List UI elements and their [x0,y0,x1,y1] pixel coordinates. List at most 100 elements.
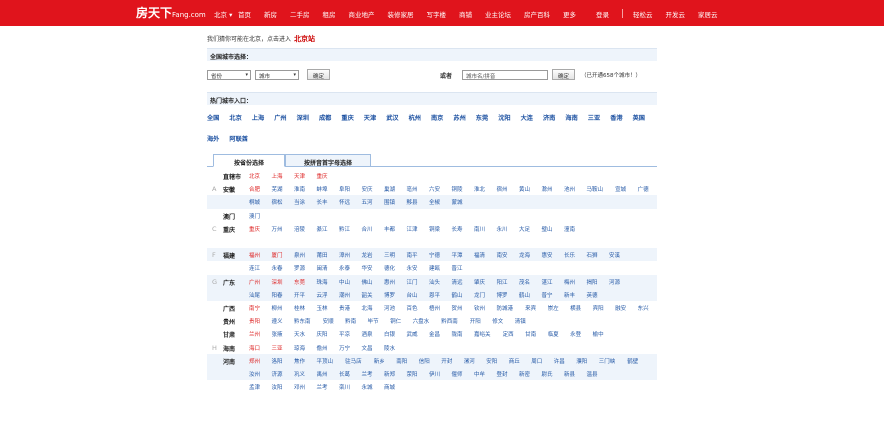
city-link[interactable]: 莆田 [317,251,328,259]
city-link[interactable]: 清镇 [515,317,526,325]
select-confirm-button[interactable]: 确定 [307,69,331,80]
city-link[interactable]: 佛山 [362,278,373,286]
city-link[interactable]: 建瓯 [429,264,440,272]
city-link[interactable]: 六盘水 [413,317,430,325]
city-link[interactable]: 长乐 [564,251,575,259]
city-link[interactable]: 惠安 [542,251,553,259]
hot-city-link[interactable]: 南京 [431,113,443,122]
user-nav-item[interactable]: 登录 [596,9,609,19]
city-link[interactable]: 铜梁 [429,225,440,233]
search-confirm-button[interactable]: 确定 [552,69,576,80]
city-link[interactable]: 大足 [519,225,530,233]
city-link[interactable]: 连江 [249,264,260,272]
city-link[interactable]: 珠海 [317,278,328,286]
city-link[interactable]: 罗源 [294,264,305,272]
city-link[interactable]: 清远 [452,278,463,286]
city-link[interactable]: 福清 [474,251,485,259]
city-link[interactable]: 濮阳 [576,357,587,365]
city-link[interactable]: 禹州 [317,370,328,378]
city-link[interactable]: 广州 [249,278,260,286]
city-link[interactable]: 白银 [384,330,395,338]
hot-city-link[interactable]: 海南 [565,113,577,122]
city-link[interactable]: 尉氏 [542,370,553,378]
nav-item[interactable]: 商铺 [459,9,472,19]
city-link[interactable]: 文昌 [362,344,373,352]
city-link[interactable]: 海口 [249,344,260,352]
city-link[interactable]: 孟津 [249,383,260,391]
city-link[interactable]: 贵阳 [249,317,260,325]
city-link[interactable]: 惠州 [384,278,395,286]
hot-city-link[interactable]: 天津 [364,113,376,122]
hot-city-link[interactable]: 北京 [229,113,241,122]
city-link[interactable]: 武威 [407,330,418,338]
city-link[interactable]: 安庆 [362,185,373,193]
city-link[interactable]: 黔江 [339,225,350,233]
city-link[interactable]: 怀远 [339,198,350,206]
city-link[interactable]: 新乡 [374,357,385,365]
city-link[interactable]: 防城港 [497,304,514,312]
city-link[interactable]: 潮州 [339,291,350,299]
city-link[interactable]: 毕节 [368,317,379,325]
city-link[interactable]: 漳州 [339,251,350,259]
city-link[interactable]: 长葛 [339,370,350,378]
city-link[interactable]: 临夏 [548,330,559,338]
city-link[interactable]: 榆中 [593,330,604,338]
city-link[interactable]: 台山 [407,291,418,299]
city-link[interactable]: 万宁 [339,344,350,352]
city-link[interactable]: 玉林 [317,304,328,312]
city-link[interactable]: 丰都 [384,225,395,233]
city-link[interactable]: 湛江 [542,278,553,286]
city-link[interactable]: 琼海 [294,344,305,352]
city-link[interactable]: 长寿 [452,225,463,233]
city-switcher[interactable]: 北京 ▾ [214,9,232,19]
city-link[interactable]: 漯河 [464,357,475,365]
hot-city-link[interactable]: 全国 [207,113,219,122]
city-link[interactable]: 肇庆 [474,278,485,286]
city-link[interactable]: 新丰 [564,291,575,299]
hot-city-link[interactable]: 东莞 [476,113,488,122]
city-link[interactable]: 周口 [531,357,542,365]
city-link[interactable]: 淮北 [474,185,485,193]
city-link[interactable]: 天津 [294,172,305,180]
city-link[interactable]: 泉州 [294,251,305,259]
city-link[interactable]: 桂林 [294,304,305,312]
city-link[interactable]: 永城 [362,383,373,391]
city-link[interactable]: 揭阳 [587,278,598,286]
user-nav-item[interactable]: 轻松云 [633,9,653,19]
city-link[interactable]: 三明 [384,251,395,259]
city-link[interactable]: 重庆 [249,225,260,233]
city-link[interactable]: 商城 [384,383,395,391]
city-link[interactable]: 云浮 [317,291,328,299]
city-link[interactable]: 甘南 [525,330,536,338]
city-link[interactable]: 柳州 [272,304,283,312]
city-link[interactable]: 宣城 [615,185,626,193]
city-link[interactable]: 蒙城 [452,198,463,206]
hot-city-link[interactable]: 香港 [610,113,622,122]
city-link[interactable]: 汝州 [249,370,260,378]
city-link[interactable]: 韶关 [362,291,373,299]
nav-item[interactable]: 首页 [238,9,251,19]
city-link[interactable]: 广德 [638,185,649,193]
city-link[interactable]: 汕尾 [249,291,260,299]
city-link[interactable]: 重庆 [317,172,328,180]
city-link[interactable]: 新郑 [384,370,395,378]
hot-city-link[interactable]: 杭州 [409,113,421,122]
city-link[interactable]: 邓州 [294,383,305,391]
city-link[interactable]: 荥阳 [407,370,418,378]
city-link[interactable]: 铜仁 [390,317,401,325]
city-link[interactable]: 涪陵 [294,225,305,233]
hot-city-link[interactable]: 重庆 [341,113,353,122]
city-link[interactable]: 南宁 [249,304,260,312]
city-link[interactable]: 蚌埠 [317,185,328,193]
nav-item[interactable]: 写字楼 [427,9,447,19]
city-link[interactable]: 华安 [362,264,373,272]
city-link[interactable]: 平凉 [339,330,350,338]
city-link[interactable]: 南平 [407,251,418,259]
city-link[interactable]: 许昌 [554,357,565,365]
hot-city-link[interactable]: 沈阳 [498,113,510,122]
city-link[interactable]: 博罗 [497,291,508,299]
city-link[interactable]: 陵水 [384,344,395,352]
hot-city-link[interactable]: 三亚 [588,113,600,122]
city-link[interactable]: 上海 [272,172,283,180]
city-link[interactable]: 南川 [474,225,485,233]
